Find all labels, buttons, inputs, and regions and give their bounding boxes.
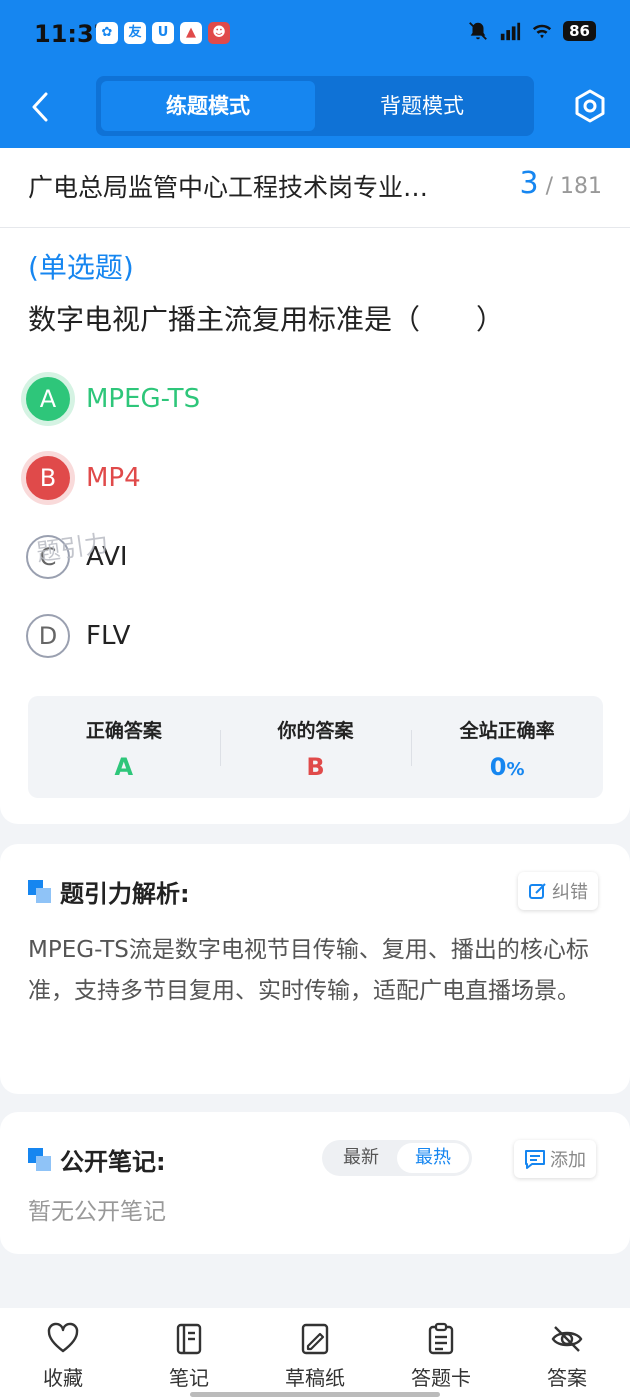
question-progress: 3 / 181 [519, 166, 603, 201]
mode-tabs: 练题模式 背题模式 [96, 76, 534, 136]
analysis-card: 题引力解析: 纠错 MPEG-TS流是数字电视节目传输、复用、播出的核心标准，支… [0, 844, 630, 1094]
notes-sort-toggle: 最新 最热 [322, 1140, 472, 1176]
nav-favorite[interactable]: 收藏 [0, 1308, 126, 1400]
heart-icon [47, 1322, 79, 1353]
section-square-icon [28, 879, 52, 904]
app-notification-icon: ▲ [180, 22, 202, 44]
your-answer-stat: 你的答案 B [219, 696, 412, 798]
notebook-icon [176, 1323, 202, 1355]
accuracy-unit: % [506, 759, 525, 780]
app-notification-icon: 友 [124, 22, 146, 44]
option-b[interactable]: B MP4 [26, 453, 586, 503]
accuracy-number: 0 [489, 753, 507, 781]
eye-off-icon [551, 1326, 583, 1352]
analysis-title: 题引力解析: [28, 874, 190, 909]
your-answer-value: B [306, 753, 325, 781]
nav-label: 笔记 [169, 1366, 209, 1390]
nav-answer-sheet[interactable]: 答题卡 [378, 1308, 504, 1400]
option-text: MPEG-TS [86, 384, 201, 414]
option-text: MP4 [86, 463, 141, 493]
draft-icon [301, 1323, 329, 1355]
question-text: (单选题) 数字电视广播主流复用标准是（ ） [28, 242, 600, 346]
bottom-nav: 收藏 笔记 草稿纸 答题卡 答案 [0, 1308, 630, 1400]
nav-label: 草稿纸 [285, 1366, 345, 1390]
paper-title: 广电总局监管中心工程技术岗专业… [28, 173, 429, 202]
stat-label: 正确答案 [85, 720, 162, 742]
question-stem: 数字电视广播主流复用标准是（ ） [28, 303, 505, 336]
back-icon[interactable] [26, 90, 56, 124]
option-text: FLV [86, 621, 131, 651]
app-notification-icon: ✿ [96, 22, 118, 44]
accuracy-stat: 全站正确率 0% [411, 696, 603, 798]
public-notes-card: 公开笔记: 最新 最热 添加 暂无公开笔记 [0, 1112, 630, 1254]
add-note-button[interactable]: 添加 [514, 1140, 596, 1178]
question-type: (单选题) [28, 251, 134, 284]
analysis-title-text: 题引力解析: [60, 880, 190, 908]
tab-memorize-mode[interactable]: 背题模式 [315, 81, 529, 131]
answer-stats: 正确答案 A 你的答案 B 全站正确率 0% [28, 696, 603, 798]
option-letter: D [26, 614, 70, 658]
nav-answer[interactable]: 答案 [504, 1308, 630, 1400]
app-notification-icon: U [152, 22, 174, 44]
report-error-label: 纠错 [552, 882, 588, 903]
empty-notes-text: 暂无公开笔记 [28, 1199, 166, 1225]
paper-title-row: 广电总局监管中心工程技术岗专业… 3 / 181 [0, 148, 630, 228]
option-letter: B [26, 456, 70, 500]
status-bar: 11:37 ✿ 友 U ▲ ☻ 86 [0, 0, 630, 70]
stat-label: 你的答案 [277, 720, 354, 742]
option-a[interactable]: A MPEG-TS [26, 374, 586, 424]
total-questions: 181 [560, 174, 602, 199]
sort-hot[interactable]: 最热 [397, 1143, 469, 1173]
accuracy-value: 0% [411, 753, 603, 781]
nav-label: 答案 [547, 1366, 587, 1390]
nav-notes[interactable]: 笔记 [126, 1308, 252, 1400]
option-d[interactable]: D FLV [26, 611, 586, 661]
notification-icons: ✿ 友 U ▲ ☻ [96, 22, 230, 44]
notes-title-text: 公开笔记: [60, 1148, 166, 1176]
edit-icon [529, 883, 546, 899]
comment-icon [525, 1150, 545, 1169]
header: 11:37 ✿ 友 U ▲ ☻ 86 练题模式 背题模式 [0, 0, 630, 148]
correct-answer-stat: 正确答案 A [28, 696, 220, 798]
mute-bell-icon [469, 22, 488, 40]
nav-label: 答题卡 [411, 1366, 471, 1390]
app-notification-icon: ☻ [208, 22, 230, 44]
sort-latest[interactable]: 最新 [325, 1143, 397, 1173]
answer-sheet-icon [428, 1322, 454, 1355]
correct-answer-value: A [114, 753, 134, 781]
wifi-icon [532, 24, 552, 39]
add-note-label: 添加 [550, 1150, 586, 1171]
battery-indicator: 86 [563, 21, 596, 41]
section-square-icon [28, 1147, 52, 1172]
settings-icon[interactable] [572, 88, 608, 124]
analysis-text: MPEG-TS流是数字电视节目传输、复用、播出的核心标准，支持多节目复用、实时传… [28, 937, 589, 1004]
tab-practice-mode[interactable]: 练题模式 [101, 81, 315, 131]
notes-title: 公开笔记: [28, 1142, 166, 1177]
signal-icon [500, 22, 521, 41]
current-question-number: 3 [519, 166, 539, 201]
report-error-button[interactable]: 纠错 [518, 872, 598, 910]
option-letter: A [26, 377, 70, 421]
home-indicator[interactable] [190, 1392, 440, 1397]
nav-draft[interactable]: 草稿纸 [252, 1308, 378, 1400]
stat-label: 全站正确率 [459, 720, 555, 742]
nav-label: 收藏 [43, 1366, 83, 1390]
